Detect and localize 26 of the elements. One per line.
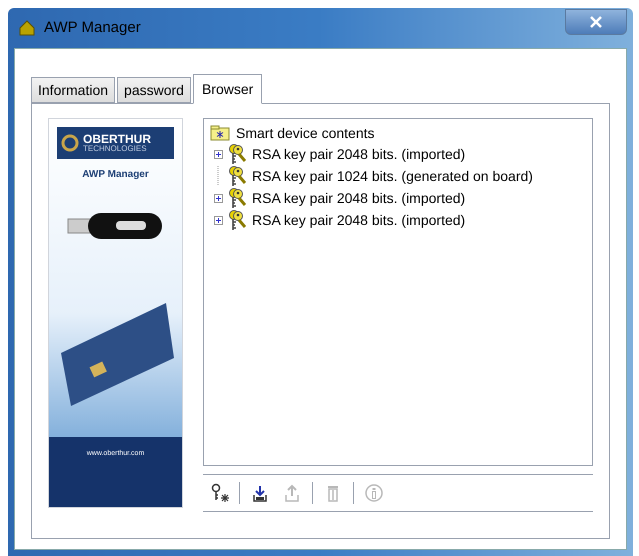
info-icon bbox=[364, 483, 384, 503]
folder-icon bbox=[210, 125, 230, 141]
key-icon bbox=[226, 209, 248, 231]
expand-icon[interactable] bbox=[214, 150, 222, 158]
tree-item[interactable]: RSA key pair 2048 bits. (imported) bbox=[252, 210, 466, 230]
close-icon bbox=[590, 16, 602, 28]
key-icon bbox=[209, 483, 229, 503]
brand-name: OBERTHUR bbox=[83, 133, 151, 145]
tree-item[interactable]: RSA key pair 1024 bits. (generated on board) bbox=[252, 166, 533, 186]
tree-item[interactable]: Smart device contents bbox=[236, 122, 375, 144]
key-icon bbox=[226, 187, 248, 209]
expand-icon[interactable] bbox=[214, 194, 222, 202]
close-button[interactable] bbox=[565, 9, 627, 35]
tab[interactable]: password bbox=[117, 77, 191, 103]
key-icon bbox=[226, 165, 248, 187]
brand-subtitle: TECHNOLOGIES bbox=[83, 145, 148, 153]
expand-icon[interactable] bbox=[214, 216, 222, 224]
tree-item[interactable]: RSA key pair 2048 bits. (imported) bbox=[252, 144, 466, 164]
key-icon bbox=[226, 143, 248, 165]
tab[interactable]: Browser bbox=[192, 74, 262, 104]
house-icon bbox=[18, 19, 36, 37]
tree-item[interactable]: RSA key pair 2048 bits. (imported) bbox=[252, 188, 466, 208]
tab[interactable]: Information bbox=[31, 77, 116, 103]
window-title: AWP Manager bbox=[44, 18, 141, 38]
ring-logo-icon bbox=[61, 134, 79, 152]
product-name: AWP Manager bbox=[81, 168, 150, 182]
